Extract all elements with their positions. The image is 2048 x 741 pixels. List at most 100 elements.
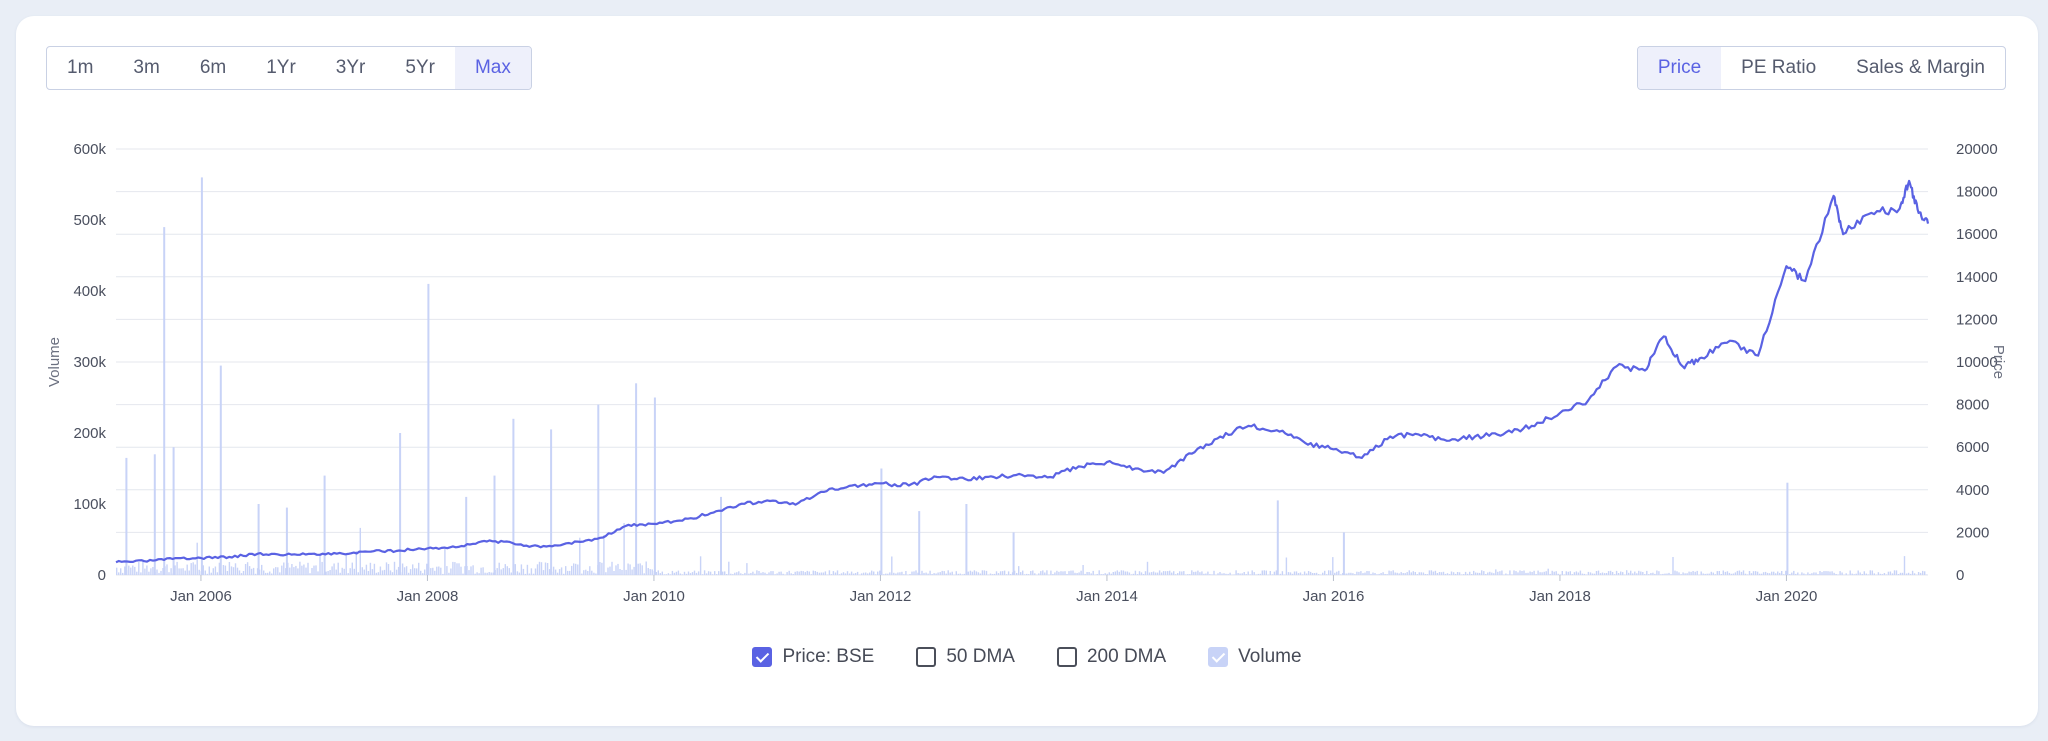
volume-bar — [1438, 572, 1441, 575]
volume-bar — [526, 564, 529, 575]
volume-bar — [937, 572, 939, 575]
checkbox-unchecked-icon[interactable] — [1056, 647, 1077, 667]
volume-bar — [1408, 570, 1410, 575]
volume-bar — [1169, 570, 1171, 575]
volume-bar — [1340, 574, 1342, 575]
volume-bar — [1140, 572, 1143, 575]
volume-bar — [1052, 574, 1054, 575]
volume-bar — [728, 561, 730, 575]
checkbox-checked-light-icon[interactable] — [1208, 647, 1229, 667]
legend-label: 200 DMA — [1086, 646, 1167, 667]
volume-bar — [289, 567, 291, 575]
volume-bar — [1253, 572, 1255, 575]
volume-bar — [1622, 572, 1624, 575]
volume-tick-label: 500k — [73, 212, 106, 229]
volume-bar — [1160, 572, 1163, 575]
volume-bar — [407, 572, 410, 575]
volume-bar — [844, 573, 847, 575]
volume-bar — [510, 572, 512, 575]
volume-bar — [1732, 573, 1735, 575]
volume-bar — [1722, 570, 1724, 575]
volume-bar — [1477, 572, 1479, 575]
volume-bar — [1309, 571, 1312, 575]
volume-bar — [1628, 572, 1630, 575]
volume-bar — [490, 572, 492, 575]
volume-bar — [1559, 574, 1561, 575]
volume-bar — [418, 562, 420, 575]
volume-bar — [577, 564, 579, 575]
volume-bar — [1613, 574, 1616, 575]
volume-bar — [1150, 572, 1153, 575]
volume-bar — [1527, 572, 1529, 575]
volume-bar — [1702, 573, 1704, 575]
volume-bar — [252, 567, 255, 575]
volume-bar — [198, 569, 200, 575]
volume-bar — [1597, 570, 1600, 575]
volume-bar — [850, 571, 853, 575]
volume-bar — [1315, 572, 1318, 575]
volume-bar — [903, 574, 905, 575]
legend-50-dma[interactable]: 50 DMA — [916, 646, 1015, 668]
volume-bar — [1569, 571, 1571, 575]
volume-tick-label: 600k — [73, 141, 106, 158]
volume-bar — [1891, 573, 1894, 575]
volume-bar — [856, 571, 859, 575]
volume-bar — [1883, 573, 1886, 575]
volume-bar — [1406, 572, 1408, 575]
volume-bar — [412, 564, 414, 575]
volume-bar — [482, 567, 484, 575]
volume-bar — [1028, 574, 1030, 575]
legend-price-bse[interactable]: Price: BSE — [752, 646, 874, 668]
volume-bar — [1072, 570, 1074, 575]
volume-bar — [617, 563, 619, 575]
volume-bar — [321, 561, 323, 575]
volume-bar — [540, 562, 543, 575]
volume-bar — [1819, 571, 1821, 575]
volume-bar — [1358, 571, 1360, 575]
volume-bar — [1356, 571, 1358, 575]
volume-bar — [762, 572, 764, 575]
volume-bar — [1404, 573, 1406, 575]
volume-bar — [1736, 570, 1739, 575]
volume-bar — [1386, 574, 1388, 575]
volume-bar — [1615, 570, 1618, 575]
price-line — [115, 179, 1930, 564]
volume-bar — [1295, 571, 1298, 575]
volume-bar — [858, 574, 861, 575]
volume-bar — [283, 562, 285, 575]
volume-bar — [234, 563, 237, 575]
legend-volume[interactable]: Volume — [1208, 646, 1302, 668]
volume-bar — [502, 568, 504, 575]
volume-bar — [935, 573, 937, 575]
volume-bar — [1487, 572, 1489, 575]
checkbox-checked-icon[interactable] — [752, 647, 773, 667]
volume-bar — [148, 571, 150, 575]
volume-bar — [1497, 571, 1499, 575]
volume-bar — [1120, 570, 1123, 575]
volume-bar — [1068, 571, 1070, 575]
volume-bar — [824, 571, 827, 575]
volume-bar — [132, 565, 134, 575]
volume-bar — [645, 561, 647, 575]
volume-bar — [1626, 570, 1628, 575]
volume-bar — [1382, 572, 1384, 575]
date-tick-label: Jan 2010 — [623, 588, 685, 605]
volume-bar — [1251, 570, 1253, 575]
volume-bar — [1338, 570, 1340, 575]
volume-bar — [1609, 570, 1612, 575]
checkbox-unchecked-icon[interactable] — [916, 647, 937, 667]
volume-bar — [1489, 571, 1491, 575]
legend-200-dma[interactable]: 200 DMA — [1056, 646, 1167, 668]
volume-bar — [1108, 572, 1110, 575]
volume-bar — [424, 569, 426, 575]
volume-bar — [675, 571, 678, 575]
volume-bar — [236, 567, 239, 575]
volume-bar — [1199, 572, 1201, 575]
volume-tick-label: 300k — [73, 354, 106, 371]
volume-bar — [297, 568, 299, 575]
volume-bar — [1454, 573, 1457, 575]
volume-bar — [1324, 570, 1326, 575]
volume-bar — [1005, 574, 1008, 575]
volume-bar — [1245, 574, 1247, 575]
volume-bar — [1167, 571, 1169, 575]
